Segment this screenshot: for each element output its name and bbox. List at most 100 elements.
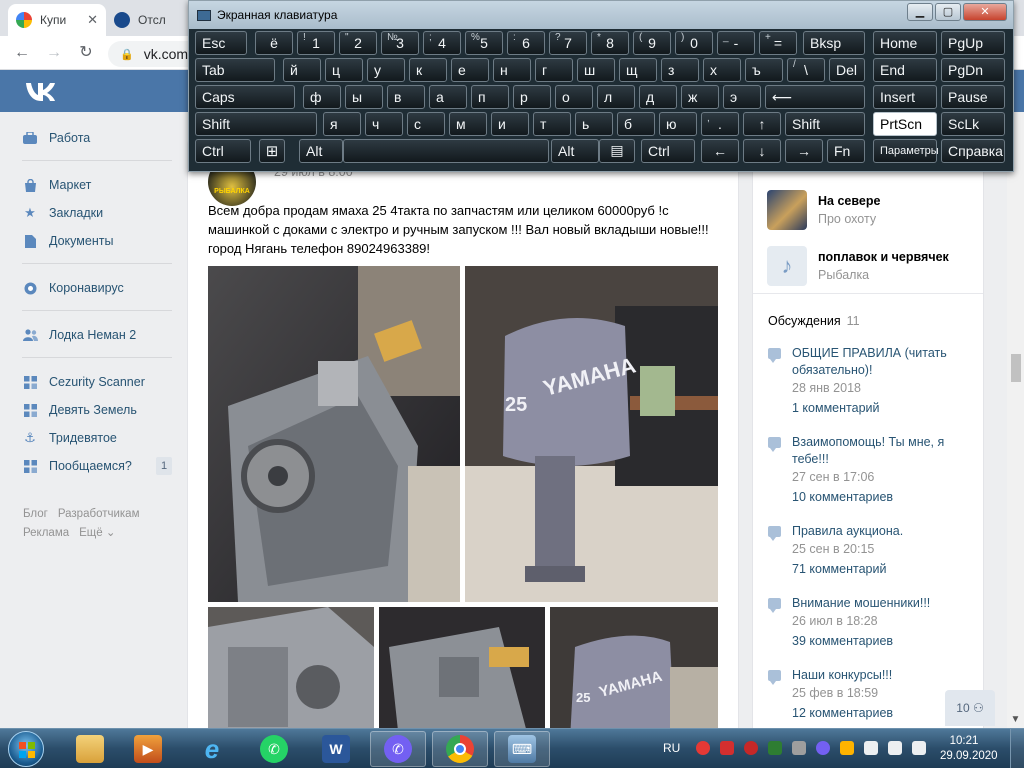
key-backslash[interactable]: / \: [787, 58, 825, 82]
key-row1-11[interactable]: _ -: [717, 31, 755, 55]
key-fn[interactable]: Fn: [827, 139, 865, 163]
key-row1-6[interactable]: :6: [507, 31, 545, 55]
key-pause[interactable]: Pause: [941, 85, 1005, 109]
group-item-na-severe[interactable]: На севере Про охоту: [767, 190, 977, 232]
post-photo-yamaha-2[interactable]: YAMAHA 25: [550, 607, 718, 740]
shield-tray-icon[interactable]: [768, 741, 782, 755]
tray-icon[interactable]: [840, 741, 854, 755]
discussion-title[interactable]: Взаимопомощь! Ты мне, я тебе!!!: [792, 434, 972, 468]
scrollbar-thumb[interactable]: [1011, 354, 1021, 382]
osk-options-button[interactable]: Параметры: [873, 139, 939, 163]
taskbar-whatsapp[interactable]: ✆: [246, 731, 302, 767]
taskbar-viber[interactable]: ✆: [370, 731, 426, 767]
system-clock[interactable]: 10:21 29.09.2020: [940, 734, 998, 764]
taskbar-internet-explorer[interactable]: e: [184, 731, 240, 767]
taskbar-explorer[interactable]: [62, 731, 118, 767]
windows-start-button[interactable]: [8, 731, 44, 767]
key-row1-4[interactable]: ; 4: [423, 31, 461, 55]
key-scrolllock[interactable]: ScLk: [941, 112, 1005, 136]
discussion-title[interactable]: Внимание мошенники!!!: [792, 595, 972, 612]
antivirus-tray-icon[interactable]: [744, 741, 758, 755]
key-left-arrow[interactable]: ←: [701, 139, 739, 163]
key-space[interactable]: [343, 139, 549, 163]
key-row1-1[interactable]: ! 1: [297, 31, 335, 55]
discussion-item[interactable]: Внимание мошенники!!! 26 июл в 18:28 39 …: [768, 595, 973, 648]
discussion-item[interactable]: Правила аукциона. 25 сен в 20:15 71 комм…: [768, 523, 973, 576]
key-tab[interactable]: Tab: [195, 58, 275, 82]
discussion-title[interactable]: Правила аукциона.: [792, 523, 972, 540]
discussion-title[interactable]: Наши конкурсы!!!: [792, 667, 972, 684]
key-shift-left[interactable]: Shift: [195, 112, 317, 136]
key-row1-10[interactable]: ) 0: [675, 31, 713, 55]
key-row2-9[interactable]: з: [661, 58, 699, 82]
key-row2-5[interactable]: н: [493, 58, 531, 82]
flag-tray-icon[interactable]: [864, 741, 878, 755]
post-photo-engine-3[interactable]: [379, 607, 545, 740]
key-row4-1[interactable]: ч: [365, 112, 403, 136]
menu-item-cezurity[interactable]: Cezurity Scanner: [16, 370, 176, 394]
discussion-comments[interactable]: 71 комментарий: [792, 562, 886, 576]
key-menu[interactable]: ▤: [599, 139, 635, 163]
group-name[interactable]: поплавок и червячек: [818, 250, 949, 264]
key-row2-2[interactable]: у: [367, 58, 405, 82]
key-row3-1[interactable]: ы: [345, 85, 383, 109]
key-row3-9[interactable]: ж: [681, 85, 719, 109]
network-tray-icon[interactable]: [888, 741, 902, 755]
key-down-arrow[interactable]: ↓: [743, 139, 781, 163]
group-name[interactable]: На севере: [818, 194, 880, 208]
key-row4-4[interactable]: и: [491, 112, 529, 136]
key-row2-7[interactable]: ш: [577, 58, 615, 82]
key-row4-5[interactable]: т: [533, 112, 571, 136]
key-ctrl-right[interactable]: Ctrl: [641, 139, 695, 163]
browser-tab-2[interactable]: Отсл: [106, 4, 188, 36]
key-backspace[interactable]: Bksp: [803, 31, 865, 55]
minimize-button[interactable]: ▁: [907, 3, 933, 21]
maximize-button[interactable]: ▢: [935, 3, 961, 21]
discussion-comments[interactable]: 1 комментарий: [792, 401, 879, 415]
key-insert[interactable]: Insert: [873, 85, 937, 109]
key-alt-left[interactable]: Alt: [299, 139, 343, 163]
key-row2-1[interactable]: ц: [325, 58, 363, 82]
volume-tray-icon[interactable]: [912, 741, 926, 755]
key-row1-9[interactable]: (9: [633, 31, 671, 55]
menu-item-bookmarks[interactable]: ★ Закладки: [16, 201, 176, 225]
footer-link-ads[interactable]: Реклама: [23, 527, 69, 539]
taskbar-media-player[interactable]: ▶: [120, 731, 176, 767]
key-period[interactable]: ,.: [701, 112, 739, 136]
post-photo-engine-2[interactable]: [208, 607, 374, 740]
key-row4-7[interactable]: б: [617, 112, 655, 136]
browser-tab-1[interactable]: Купи ✕: [8, 4, 106, 36]
key-row3-6[interactable]: о: [555, 85, 593, 109]
post-photo-engine-1[interactable]: [208, 266, 460, 602]
key-up-arrow[interactable]: ↑: [743, 112, 781, 136]
key-row1-12[interactable]: + =: [759, 31, 797, 55]
key-esc[interactable]: Esc: [195, 31, 247, 55]
key-row3-3[interactable]: а: [429, 85, 467, 109]
post-photo-yamaha-1[interactable]: YAMAHA 25: [465, 266, 718, 602]
key-alt-right[interactable]: Alt: [551, 139, 599, 163]
viber-tray-icon[interactable]: [816, 741, 830, 755]
taskbar-word[interactable]: W: [308, 731, 364, 767]
key-shift-right[interactable]: Shift: [785, 112, 865, 136]
key-row1-2[interactable]: " 2: [339, 31, 377, 55]
menu-item-rabota[interactable]: Работа: [16, 126, 176, 150]
key-row1-8[interactable]: * 8: [591, 31, 629, 55]
osk-help-button[interactable]: Справка: [941, 139, 1005, 163]
page-scrollbar[interactable]: ▼: [1007, 112, 1024, 728]
osk-titlebar[interactable]: Экранная клавиатура ▁ ▢ ✕: [189, 1, 1013, 29]
key-row3-2[interactable]: в: [387, 85, 425, 109]
key-printscreen[interactable]: PrtScn: [873, 112, 937, 136]
key-row2-6[interactable]: г: [535, 58, 573, 82]
menu-item-coronavirus[interactable]: Коронавирус: [16, 276, 176, 300]
key-row4-8[interactable]: ю: [659, 112, 697, 136]
menu-item-lodka[interactable]: Лодка Неман 2: [16, 323, 176, 347]
key-end[interactable]: End: [873, 58, 937, 82]
yandex-tray-icon[interactable]: [696, 741, 710, 755]
key-row3-4[interactable]: п: [471, 85, 509, 109]
discussion-comments[interactable]: 12 комментариев: [792, 706, 893, 720]
key-row4-6[interactable]: ь: [575, 112, 613, 136]
key-delete[interactable]: Del: [829, 58, 865, 82]
forward-arrow-icon[interactable]: →: [44, 43, 64, 63]
key-pgup[interactable]: PgUp: [941, 31, 1005, 55]
key-row2-8[interactable]: щ: [619, 58, 657, 82]
